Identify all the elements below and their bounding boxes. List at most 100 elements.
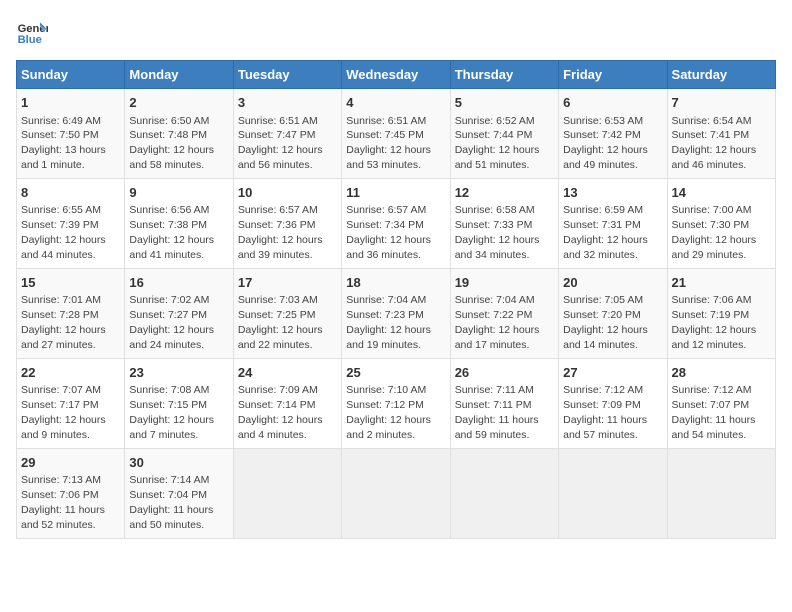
calendar-week-row: 1 Sunrise: 6:49 AM Sunset: 7:50 PM Daylig… (17, 89, 776, 179)
day-number: 12 (455, 184, 554, 202)
day-info: Sunrise: 7:00 AM Sunset: 7:30 PM Dayligh… (672, 204, 757, 261)
day-number: 11 (346, 184, 445, 202)
day-number: 9 (129, 184, 228, 202)
calendar-week-row: 15 Sunrise: 7:01 AM Sunset: 7:28 PM Dayli… (17, 268, 776, 358)
day-info: Sunrise: 7:12 AM Sunset: 7:09 PM Dayligh… (563, 384, 647, 441)
calendar-day-cell: 21Sunrise: 7:06 AM Sunset: 7:19 PM Dayli… (667, 268, 775, 358)
day-info: Sunrise: 7:08 AM Sunset: 7:15 PM Dayligh… (129, 384, 214, 441)
day-info: Sunrise: 6:57 AM Sunset: 7:34 PM Dayligh… (346, 204, 431, 261)
calendar-day-cell: 20Sunrise: 7:05 AM Sunset: 7:20 PM Dayli… (559, 268, 667, 358)
day-info: Sunrise: 7:11 AM Sunset: 7:11 PM Dayligh… (455, 384, 539, 441)
day-of-week-header: Monday (125, 61, 233, 89)
calendar-day-cell: 22 Sunrise: 7:07 AM Sunset: 7:17 PM Dayli… (17, 358, 125, 448)
day-number: 24 (238, 364, 337, 382)
day-number: 10 (238, 184, 337, 202)
calendar-day-cell: 25Sunrise: 7:10 AM Sunset: 7:12 PM Dayli… (342, 358, 450, 448)
calendar-day-cell (559, 448, 667, 538)
calendar-day-cell: 9 Sunrise: 6:56 AM Sunset: 7:38 PM Daylig… (125, 178, 233, 268)
day-info: Sunrise: 6:57 AM Sunset: 7:36 PM Dayligh… (238, 204, 323, 261)
calendar-day-cell: 6Sunrise: 6:53 AM Sunset: 7:42 PM Daylig… (559, 89, 667, 179)
day-info: Sunrise: 7:02 AM Sunset: 7:27 PM Dayligh… (129, 294, 214, 351)
day-of-week-header: Friday (559, 61, 667, 89)
day-info: Sunrise: 6:59 AM Sunset: 7:31 PM Dayligh… (563, 204, 648, 261)
calendar-day-cell: 17 Sunrise: 7:03 AM Sunset: 7:25 PM Dayli… (233, 268, 341, 358)
day-info: Sunrise: 6:50 AM Sunset: 7:48 PM Dayligh… (129, 115, 214, 172)
calendar-day-cell: 15 Sunrise: 7:01 AM Sunset: 7:28 PM Dayli… (17, 268, 125, 358)
day-info: Sunrise: 7:14 AM Sunset: 7:04 PM Dayligh… (129, 474, 213, 531)
day-number: 30 (129, 454, 228, 472)
calendar-header-row: SundayMondayTuesdayWednesdayThursdayFrid… (17, 61, 776, 89)
day-info: Sunrise: 7:03 AM Sunset: 7:25 PM Dayligh… (238, 294, 323, 351)
calendar-day-cell: 16 Sunrise: 7:02 AM Sunset: 7:27 PM Dayli… (125, 268, 233, 358)
calendar-week-row: 29 Sunrise: 7:13 AM Sunset: 7:06 PM Dayli… (17, 448, 776, 538)
calendar-day-cell: 4 Sunrise: 6:51 AM Sunset: 7:45 PM Daylig… (342, 89, 450, 179)
day-info: Sunrise: 6:52 AM Sunset: 7:44 PM Dayligh… (455, 115, 540, 172)
day-info: Sunrise: 6:54 AM Sunset: 7:41 PM Dayligh… (672, 115, 757, 172)
day-number: 1 (21, 94, 120, 112)
day-number: 14 (672, 184, 771, 202)
calendar-day-cell: 23 Sunrise: 7:08 AM Sunset: 7:15 PM Dayli… (125, 358, 233, 448)
day-number: 16 (129, 274, 228, 292)
calendar-day-cell: 27 Sunrise: 7:12 AM Sunset: 7:09 PM Dayli… (559, 358, 667, 448)
calendar-day-cell: 26Sunrise: 7:11 AM Sunset: 7:11 PM Dayli… (450, 358, 558, 448)
logo-icon: General Blue (16, 16, 48, 48)
calendar-day-cell: 13 Sunrise: 6:59 AM Sunset: 7:31 PM Dayli… (559, 178, 667, 268)
day-number: 13 (563, 184, 662, 202)
day-of-week-header: Saturday (667, 61, 775, 89)
day-info: Sunrise: 7:04 AM Sunset: 7:22 PM Dayligh… (455, 294, 540, 351)
day-number: 22 (21, 364, 120, 382)
calendar-day-cell: 1 Sunrise: 6:49 AM Sunset: 7:50 PM Daylig… (17, 89, 125, 179)
day-number: 8 (21, 184, 120, 202)
calendar-week-row: 8Sunrise: 6:55 AM Sunset: 7:39 PM Daylig… (17, 178, 776, 268)
day-number: 17 (238, 274, 337, 292)
day-number: 23 (129, 364, 228, 382)
day-number: 15 (21, 274, 120, 292)
day-number: 6 (563, 94, 662, 112)
day-info: Sunrise: 6:56 AM Sunset: 7:38 PM Dayligh… (129, 204, 214, 261)
day-info: Sunrise: 7:12 AM Sunset: 7:07 PM Dayligh… (672, 384, 756, 441)
day-number: 19 (455, 274, 554, 292)
day-number: 28 (672, 364, 771, 382)
day-info: Sunrise: 7:01 AM Sunset: 7:28 PM Dayligh… (21, 294, 106, 351)
day-of-week-header: Thursday (450, 61, 558, 89)
day-number: 2 (129, 94, 228, 112)
day-of-week-header: Tuesday (233, 61, 341, 89)
header: General Blue (16, 16, 776, 48)
calendar-week-row: 22 Sunrise: 7:07 AM Sunset: 7:17 PM Dayli… (17, 358, 776, 448)
day-info: Sunrise: 6:51 AM Sunset: 7:47 PM Dayligh… (238, 115, 323, 172)
page-container: General Blue SundayMondayTuesdayWednesda… (16, 16, 776, 539)
calendar-day-cell: 28 Sunrise: 7:12 AM Sunset: 7:07 PM Dayli… (667, 358, 775, 448)
calendar-day-cell: 2 Sunrise: 6:50 AM Sunset: 7:48 PM Daylig… (125, 89, 233, 179)
day-number: 29 (21, 454, 120, 472)
day-info: Sunrise: 6:58 AM Sunset: 7:33 PM Dayligh… (455, 204, 540, 261)
day-info: Sunrise: 6:51 AM Sunset: 7:45 PM Dayligh… (346, 115, 431, 172)
day-number: 4 (346, 94, 445, 112)
calendar-day-cell: 19 Sunrise: 7:04 AM Sunset: 7:22 PM Dayli… (450, 268, 558, 358)
calendar-day-cell: 18Sunrise: 7:04 AM Sunset: 7:23 PM Dayli… (342, 268, 450, 358)
day-number: 3 (238, 94, 337, 112)
day-number: 27 (563, 364, 662, 382)
calendar-table: SundayMondayTuesdayWednesdayThursdayFrid… (16, 60, 776, 539)
calendar-day-cell (450, 448, 558, 538)
calendar-day-cell: 30 Sunrise: 7:14 AM Sunset: 7:04 PM Dayli… (125, 448, 233, 538)
calendar-day-cell: 3 Sunrise: 6:51 AM Sunset: 7:47 PM Daylig… (233, 89, 341, 179)
logo: General Blue (16, 16, 52, 48)
calendar-day-cell: 10 Sunrise: 6:57 AM Sunset: 7:36 PM Dayli… (233, 178, 341, 268)
calendar-day-cell: 12 Sunrise: 6:58 AM Sunset: 7:33 PM Dayli… (450, 178, 558, 268)
day-info: Sunrise: 7:09 AM Sunset: 7:14 PM Dayligh… (238, 384, 323, 441)
day-info: Sunrise: 7:04 AM Sunset: 7:23 PM Dayligh… (346, 294, 431, 351)
day-info: Sunrise: 7:06 AM Sunset: 7:19 PM Dayligh… (672, 294, 757, 351)
day-info: Sunrise: 7:05 AM Sunset: 7:20 PM Dayligh… (563, 294, 648, 351)
day-info: Sunrise: 7:07 AM Sunset: 7:17 PM Dayligh… (21, 384, 106, 441)
day-info: Sunrise: 7:13 AM Sunset: 7:06 PM Dayligh… (21, 474, 105, 531)
calendar-day-cell: 5 Sunrise: 6:52 AM Sunset: 7:44 PM Daylig… (450, 89, 558, 179)
day-of-week-header: Wednesday (342, 61, 450, 89)
svg-text:Blue: Blue (18, 34, 42, 46)
day-number: 5 (455, 94, 554, 112)
calendar-day-cell: 24 Sunrise: 7:09 AM Sunset: 7:14 PM Dayli… (233, 358, 341, 448)
calendar-day-cell (233, 448, 341, 538)
calendar-day-cell: 14 Sunrise: 7:00 AM Sunset: 7:30 PM Dayli… (667, 178, 775, 268)
day-info: Sunrise: 6:49 AM Sunset: 7:50 PM Dayligh… (21, 115, 106, 172)
calendar-day-cell: 29 Sunrise: 7:13 AM Sunset: 7:06 PM Dayli… (17, 448, 125, 538)
day-info: Sunrise: 7:10 AM Sunset: 7:12 PM Dayligh… (346, 384, 431, 441)
